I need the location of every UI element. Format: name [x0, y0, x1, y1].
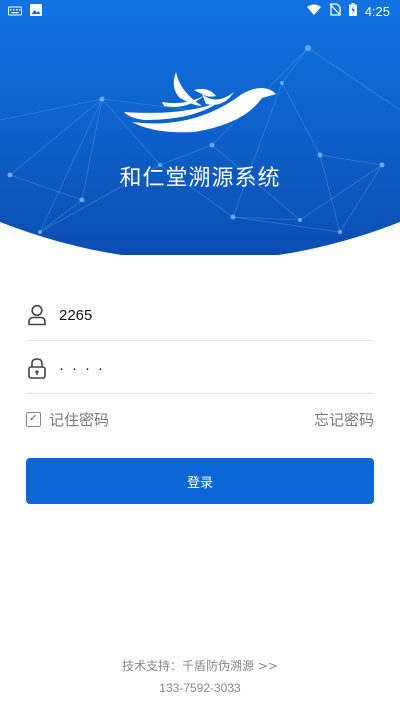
- image-icon: [30, 4, 42, 20]
- lock-icon: [26, 357, 48, 379]
- user-icon: [26, 304, 48, 326]
- wifi-icon: [306, 4, 321, 20]
- support-phone[interactable]: 133-7592-3033: [0, 681, 400, 695]
- bird-logo: [124, 72, 276, 140]
- remember-label: 记住密码: [49, 410, 110, 429]
- app-title: 和仁堂溯源系统: [119, 166, 281, 191]
- status-bar: 4:25: [0, 0, 400, 24]
- login-options: ✓ 记住密码 忘记密码: [26, 406, 374, 432]
- battery-icon: [348, 3, 357, 20]
- password-input[interactable]: ····: [59, 360, 359, 377]
- remember-checkbox[interactable]: ✓: [26, 411, 41, 427]
- no-sim-icon: [329, 3, 341, 20]
- status-time: 4:25: [364, 4, 390, 19]
- support-link[interactable]: 技术支持：千盾防伪溯源 >>: [0, 657, 400, 674]
- login-button[interactable]: 登录: [26, 458, 374, 504]
- keyboard-icon: [8, 5, 22, 20]
- forgot-password-link[interactable]: 忘记密码: [314, 409, 374, 430]
- remember-password[interactable]: ✓ 记住密码: [26, 409, 109, 430]
- password-field[interactable]: ····: [26, 343, 374, 394]
- username-field[interactable]: 2265: [26, 290, 374, 341]
- username-input[interactable]: 2265: [59, 307, 359, 324]
- header-banner: 4:25 和仁堂溯源系统: [0, 0, 400, 255]
